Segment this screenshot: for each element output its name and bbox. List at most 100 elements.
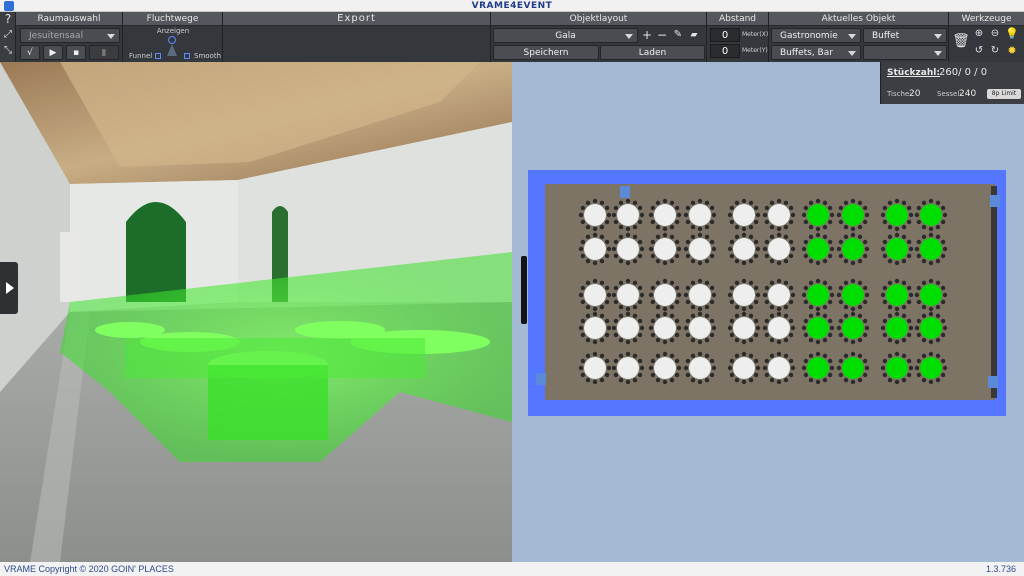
chair: [850, 226, 856, 232]
subcategory-select[interactable]: Buffets, Bar: [771, 45, 861, 60]
chair: [639, 325, 645, 331]
trash-icon[interactable]: 🗑: [951, 34, 971, 48]
table-top: [733, 284, 755, 306]
chair: [850, 198, 856, 204]
chair: [604, 318, 610, 324]
light-bulb-icon[interactable]: 💡: [1004, 27, 1020, 41]
room-select[interactable]: Jesuitensaal: [20, 28, 120, 43]
chair: [709, 318, 715, 324]
chair: [734, 234, 740, 240]
redo-icon[interactable]: ↻: [987, 44, 1003, 58]
chair: [585, 304, 591, 310]
chair: [585, 280, 591, 286]
chair: [769, 377, 775, 383]
chair: [683, 212, 689, 218]
layout-select[interactable]: Gala: [493, 28, 638, 43]
table-top: [920, 284, 942, 306]
chair: [741, 339, 747, 345]
chair: [674, 285, 680, 291]
chair: [632, 224, 638, 230]
count-label: Stückzahl:: [887, 68, 940, 78]
type-select[interactable]: Buffet: [863, 28, 947, 43]
chair: [734, 280, 740, 286]
chair: [908, 246, 914, 252]
side-panel-toggle[interactable]: [0, 262, 18, 314]
chair: [764, 219, 770, 225]
show-toggle[interactable]: [168, 36, 176, 44]
chair: [697, 379, 703, 385]
collapse-icon[interactable]: ⤡: [1, 44, 15, 58]
save-layout-button[interactable]: Speichern: [493, 45, 599, 60]
zoom-in-icon[interactable]: ⊕: [971, 27, 987, 41]
checkmark-button[interactable]: √: [20, 45, 40, 60]
chair: [580, 372, 586, 378]
chair: [921, 280, 927, 286]
chair: [639, 365, 645, 371]
light-bulb-on-icon[interactable]: ✹: [1004, 44, 1020, 58]
chair: [862, 358, 868, 364]
chair: [764, 253, 770, 259]
chair: [803, 318, 809, 324]
table-top: [886, 317, 908, 339]
delete-room-button[interactable]: ▮: [89, 45, 119, 60]
chair: [921, 224, 927, 230]
chair: [580, 332, 586, 338]
camera-button[interactable]: ▶: [43, 45, 63, 60]
smooth-checkbox[interactable]: [184, 53, 190, 59]
chair: [734, 337, 740, 343]
limit-button[interactable]: 8p Limit: [987, 89, 1021, 99]
chair: [901, 353, 907, 359]
3d-view[interactable]: [0, 62, 512, 562]
fullscreen-icon[interactable]: ⤢: [1, 28, 15, 42]
chair: [822, 280, 828, 286]
chair: [776, 260, 782, 266]
chair: [857, 353, 863, 359]
distance-x-input[interactable]: 0: [710, 28, 740, 42]
category-select[interactable]: Gastronomie: [771, 28, 861, 43]
chair: [655, 200, 661, 206]
chair: [592, 232, 598, 238]
remove-icon[interactable]: −: [656, 28, 668, 42]
chair: [676, 325, 682, 331]
chair: [690, 200, 696, 206]
chair: [928, 339, 934, 345]
chair: [650, 318, 656, 324]
chair: [618, 353, 624, 359]
load-layout-button[interactable]: Laden: [600, 45, 705, 60]
chair: [632, 353, 638, 359]
chair: [838, 285, 844, 291]
toolbar: ? ⤢ ⤡ Raumauswahl Jesuitensaal √ ▶ ▪ ▮ F…: [0, 12, 1024, 62]
person-icon: [167, 44, 177, 56]
chair: [674, 239, 680, 245]
undo-icon[interactable]: ↺: [971, 44, 987, 58]
chair: [650, 253, 656, 259]
zoom-out-icon[interactable]: ⊖: [987, 27, 1003, 41]
chair: [928, 226, 934, 232]
folder-icon[interactable]: ▰: [687, 28, 701, 42]
chair: [914, 212, 920, 218]
chair: [940, 299, 946, 305]
chair: [704, 234, 710, 240]
edit-pencil-icon[interactable]: ✎: [672, 28, 684, 42]
funnel-checkbox[interactable]: [155, 53, 161, 59]
chair: [674, 318, 680, 324]
chair: [650, 299, 656, 305]
chair: [741, 311, 747, 317]
distance-y-input[interactable]: 0: [710, 44, 740, 58]
chair: [882, 239, 888, 245]
folder-open-button[interactable]: ▪: [66, 45, 86, 60]
help-icon[interactable]: ?: [1, 12, 15, 26]
chair: [921, 313, 927, 319]
export-header[interactable]: Export: [223, 12, 490, 26]
table-top: [807, 284, 829, 306]
chair: [637, 372, 643, 378]
variant-select[interactable]: [863, 45, 947, 60]
chair: [783, 200, 789, 206]
chair: [894, 278, 900, 284]
objektlayout-header: Objektlayout: [491, 12, 706, 26]
chair: [901, 280, 907, 286]
floor-plan-view[interactable]: Stückzahl: 260/ 0 / 0 Tische: 20 Sessel:…: [512, 62, 1024, 562]
add-icon[interactable]: +: [641, 28, 653, 42]
arrow-right-icon: [6, 282, 14, 294]
chair: [585, 200, 591, 206]
